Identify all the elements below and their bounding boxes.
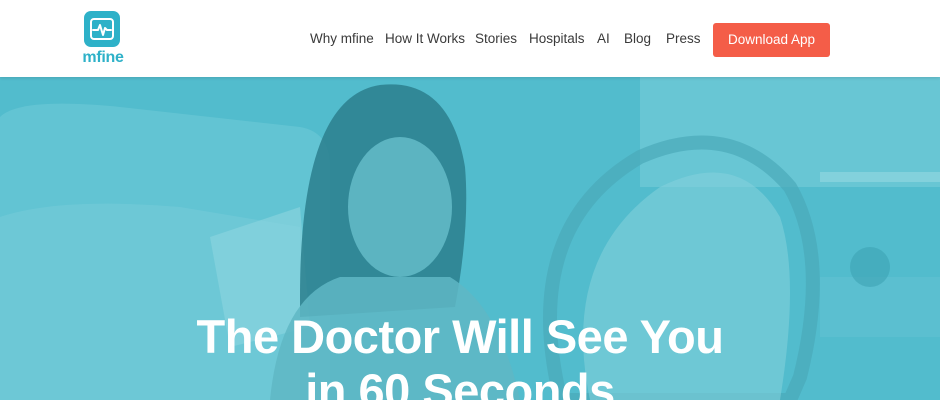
hero-title-line-1: The Doctor Will See You xyxy=(196,310,724,364)
hero-title-line-2: in 60 Seconds xyxy=(305,364,615,400)
hero-section: The Doctor Will See You in 60 Seconds xyxy=(0,77,940,400)
nav-hospitals[interactable]: Hospitals xyxy=(529,31,585,46)
mfine-logo[interactable]: mfine xyxy=(80,9,126,69)
nav-why-mfine[interactable]: Why mfine xyxy=(310,31,374,46)
heartbeat-icon xyxy=(84,11,120,47)
hero-title: The Doctor Will See You in 60 Seconds xyxy=(0,310,920,400)
nav-stories[interactable]: Stories xyxy=(475,31,517,46)
site-header: mfine Why mfine How It Works Stories Hos… xyxy=(0,0,940,77)
nav-blog[interactable]: Blog xyxy=(624,31,651,46)
nav-press[interactable]: Press xyxy=(666,31,701,46)
nav-ai[interactable]: AI xyxy=(597,31,610,46)
download-app-button[interactable]: Download App xyxy=(713,23,830,57)
logo-wordmark: mfine xyxy=(82,49,124,66)
nav-how-it-works[interactable]: How It Works xyxy=(385,31,465,46)
